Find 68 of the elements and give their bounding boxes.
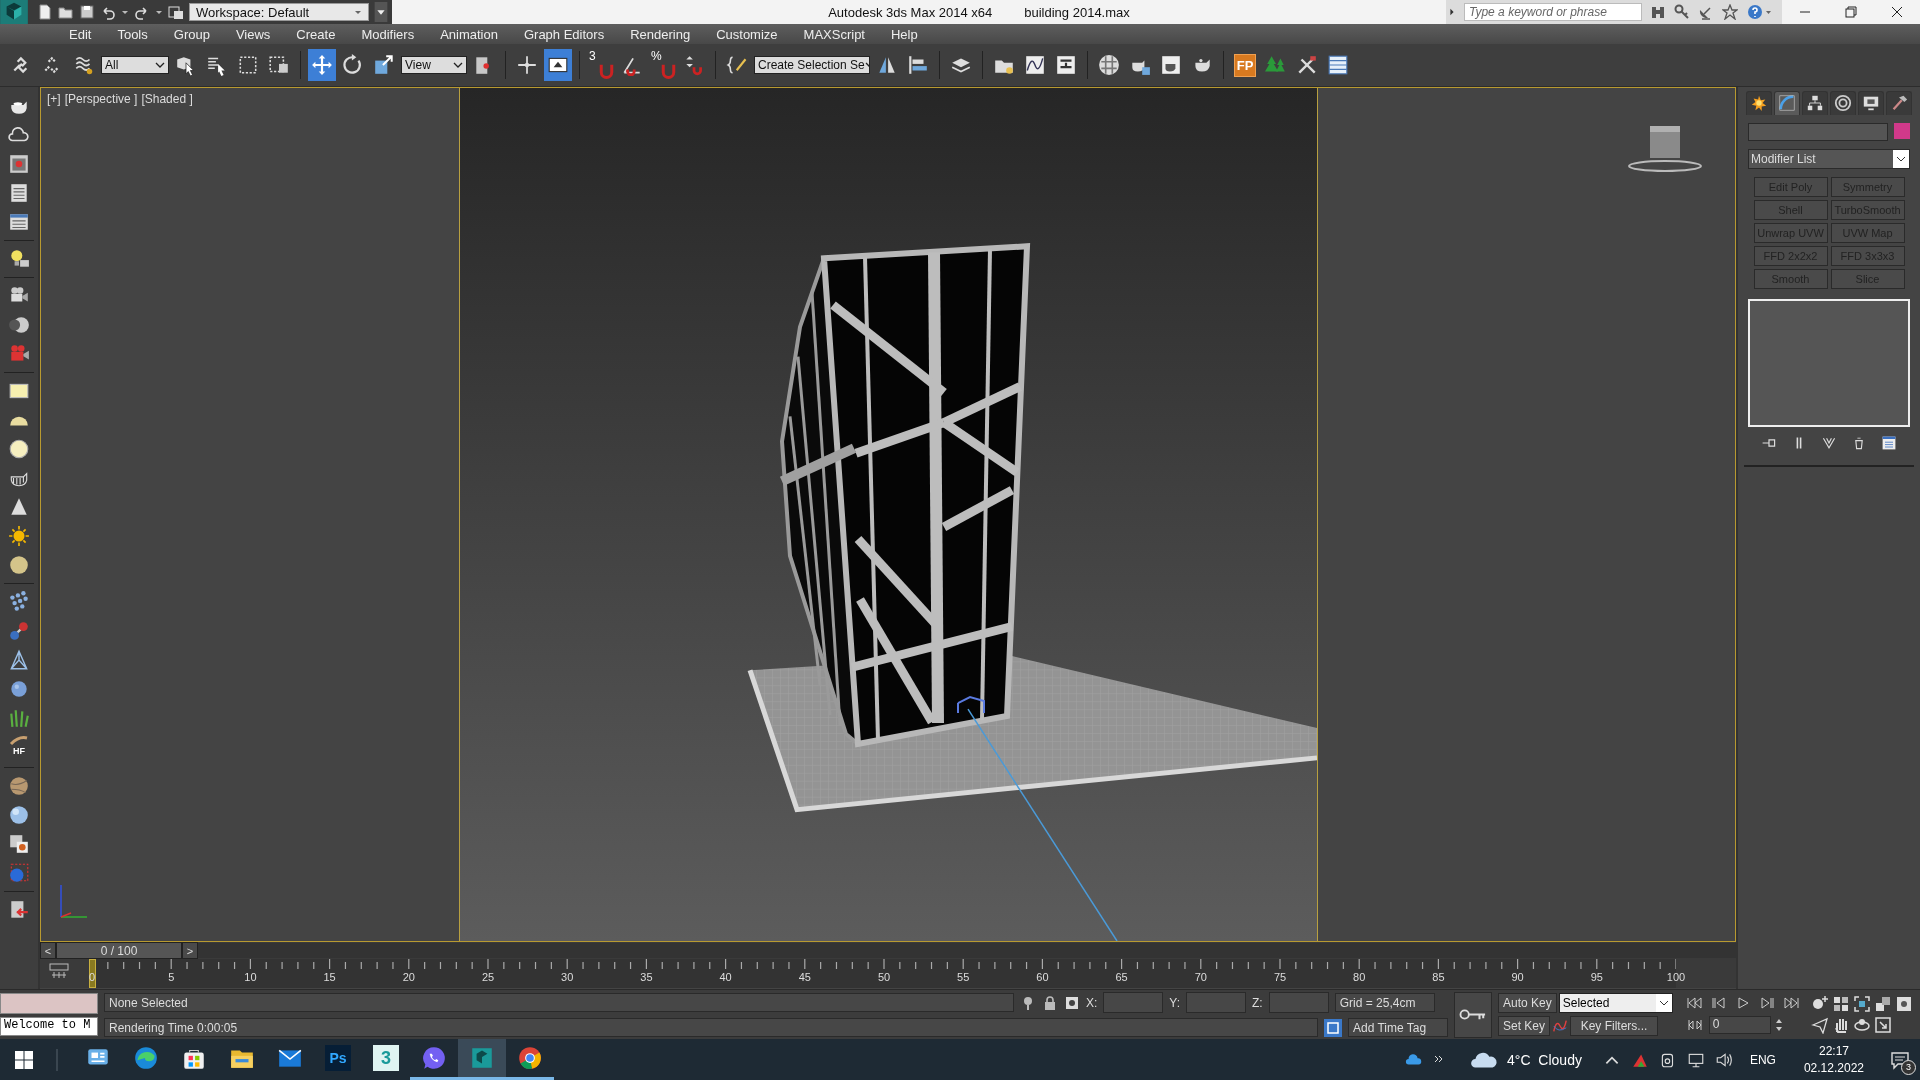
current-frame-field[interactable]: 0 [1708, 1015, 1771, 1034]
menu-item[interactable]: Edit [56, 26, 105, 42]
menu-item[interactable]: Customize [703, 26, 791, 42]
tick-label: 70 [1194, 971, 1207, 983]
tick-label: 60 [1036, 971, 1049, 983]
menu-item[interactable]: Tools [104, 26, 161, 42]
grid-size-label: Grid = 25,4cm [1334, 993, 1435, 1012]
notification-count: 3 [1901, 1059, 1916, 1075]
viewport-label[interactable]: [Perspective ] [64, 92, 138, 106]
tick-label: 5 [168, 971, 175, 983]
clock-date[interactable]: 02.12.2022 [1803, 1061, 1864, 1075]
tick-label: 95 [1590, 971, 1603, 983]
tick-label: 90 [1511, 971, 1524, 983]
coordinate-label: X: [1086, 995, 1098, 1010]
menu-item[interactable]: MAXScript [790, 26, 878, 42]
add-time-tag-button[interactable]: Add Time Tag [1348, 1018, 1448, 1037]
menu-item[interactable]: Group [160, 26, 223, 42]
tick-label: 65 [1115, 971, 1128, 983]
menu-item[interactable]: Graph Editors [510, 26, 618, 42]
next-frame-button[interactable]: > [182, 942, 198, 959]
snap-toggle-button[interactable]: 3 [587, 49, 615, 81]
menu-item[interactable]: Views [222, 26, 284, 42]
set-key-button[interactable]: Set Key [1498, 1016, 1551, 1036]
window-title: Autodesk 3ds Max 2014 x64 [828, 4, 993, 20]
menu-item[interactable]: Rendering [617, 26, 704, 42]
toolbar-dropdown[interactable]: Create Selection Se [754, 56, 870, 74]
menu-item[interactable]: Create [283, 26, 349, 42]
workspace-dropdown[interactable]: Workspace: Default [189, 3, 369, 21]
tick-label: 10 [244, 971, 257, 983]
tick-label: 15 [323, 971, 336, 983]
menu-item[interactable]: Modifiers [348, 26, 428, 42]
language-indicator[interactable]: ENG [1749, 1052, 1776, 1067]
script-output-field[interactable]: Welcome to M [0, 1017, 98, 1036]
tick-label: 80 [1353, 971, 1366, 983]
file-name: building 2014.max [1024, 4, 1130, 20]
weather-text[interactable]: 4°C Cloudy [1507, 1051, 1582, 1068]
tick-label: 25 [481, 971, 495, 983]
viewport-label[interactable]: [Shaded ] [141, 92, 193, 106]
time-slider-thumb[interactable]: 0 / 100 [56, 942, 182, 959]
tick-label: 75 [1273, 971, 1287, 983]
tick-label: 85 [1432, 971, 1445, 983]
tick-label: 100 [1666, 971, 1686, 983]
tick-label: 0 [88, 971, 96, 983]
hair-tool-button[interactable]: HF [7, 736, 31, 760]
coordinate-label: Z: [1252, 995, 1263, 1010]
taskbar-app[interactable]: Ps [314, 1039, 362, 1080]
coordinate-label: Y: [1169, 995, 1181, 1010]
key-mode-dropdown[interactable]: Selected [1558, 993, 1673, 1013]
tick-label: 20 [402, 971, 415, 983]
previous-frame-button[interactable]: < [40, 942, 56, 959]
tick-label: 45 [798, 971, 811, 983]
percent-snap-button[interactable]: % [649, 49, 677, 81]
tick-label: 35 [640, 971, 653, 983]
auto-key-button[interactable]: Auto Key [1498, 993, 1557, 1013]
menu-item[interactable]: Animation [427, 26, 511, 42]
selection-status: None Selected [104, 993, 1014, 1012]
search-field[interactable]: Type a keyword or phrase [1464, 3, 1642, 21]
modifier-list-dropdown[interactable]: Modifier List [1748, 149, 1910, 169]
tick-label: 40 [719, 971, 732, 983]
tick-label: 50 [877, 971, 891, 983]
key-filters-button[interactable]: Key Filters... [1570, 1016, 1659, 1036]
tick-label: 55 [957, 971, 970, 983]
tick-label: 30 [561, 971, 574, 983]
toolbar-dropdown[interactable]: View [401, 56, 467, 74]
clock-time[interactable]: 22:17 [1818, 1044, 1849, 1058]
viewport-label[interactable]: [+] [47, 92, 61, 106]
toolbar-dropdown[interactable]: All [101, 56, 169, 74]
menu-item[interactable]: Help [878, 26, 931, 42]
